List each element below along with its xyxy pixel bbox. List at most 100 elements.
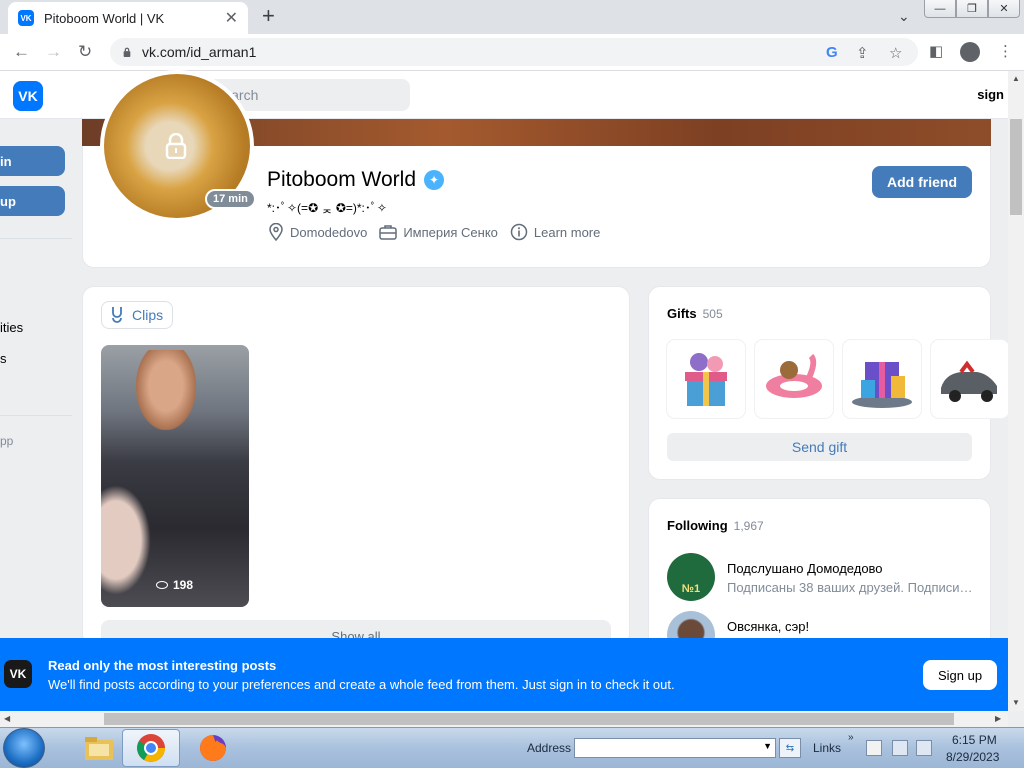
clip-thumbnail[interactable] (101, 345, 249, 607)
clock-date[interactable]: 8/29/2023 (946, 750, 999, 764)
chrome-taskbar-icon[interactable] (122, 729, 180, 767)
present-stack-icon[interactable] (843, 340, 921, 418)
browser-tab[interactable]: VK Pitoboom World | VK ✕ (8, 2, 248, 34)
side-panel-icon[interactable]: ◧ (929, 42, 943, 60)
clips-icon (112, 307, 122, 323)
profile-status: *:･ﾟ✧(=✪ ᆽ ✪=)*:･ﾟ✧ (267, 201, 387, 215)
location-text: Domodedovo (290, 224, 368, 240)
sign-in-link[interactable]: sign (977, 87, 1004, 102)
window-controls: — ❐ ✕ (924, 0, 1020, 18)
gifts-title-text: Gifts (667, 306, 697, 321)
scroll-right-arrow-icon[interactable]: ▶ (995, 714, 1001, 723)
following-name[interactable]: Подслушано Домодедово (727, 561, 883, 576)
menu-icon[interactable]: ⋮ (998, 42, 1013, 60)
last-seen-badge: 17 min (205, 189, 256, 209)
tab-title: Pitoboom World | VK (44, 10, 165, 26)
following-title-text: Following (667, 518, 728, 533)
new-tab-button[interactable]: + (262, 5, 275, 27)
volume-muted-icon[interactable] (916, 740, 932, 756)
sidebar-sign-in-button[interactable]: in (0, 146, 65, 176)
url-text: vk.com/id_arman1 (142, 44, 257, 60)
vk-logo-icon: VK (4, 660, 32, 688)
explorer-taskbar-icon[interactable] (70, 729, 128, 767)
start-button[interactable] (3, 728, 45, 768)
links-label: Links (813, 741, 842, 755)
briefcase-icon (379, 225, 398, 240)
gifts-count: 505 (702, 307, 723, 321)
horizontal-scroll-thumb[interactable] (104, 713, 954, 725)
clips-button[interactable]: Clips (101, 301, 173, 329)
tab-search-icon[interactable]: ⌄ (898, 8, 910, 25)
lock-icon (123, 47, 131, 57)
profile-name: Pitoboom World ✦ (267, 168, 445, 192)
scroll-up-arrow-icon[interactable]: ▲ (1012, 74, 1020, 83)
clip-views: 198 (156, 578, 193, 592)
add-friend-button[interactable]: Add friend (872, 166, 972, 198)
address-bar[interactable]: vk.com/id_arman1 G ⇪ ☆ (110, 38, 918, 66)
clip-person-hand (101, 485, 151, 595)
vertical-scroll-thumb[interactable] (1010, 119, 1022, 215)
google-icon[interactable]: G (826, 44, 838, 61)
sign-up-button[interactable]: Sign up (923, 660, 997, 690)
action-center-icon[interactable] (866, 740, 882, 756)
clip-views-count: 198 (173, 578, 194, 592)
browser-toolbar: ← → ↻ vk.com/id_arman1 G ⇪ ☆ ◧ ⋮ (0, 34, 1024, 71)
send-gift-button[interactable]: Send gift (667, 433, 972, 461)
learn-more-link[interactable]: Learn more (510, 223, 600, 241)
taskbar-address-input[interactable]: ▼ (574, 738, 776, 758)
following-count: 1,967 (733, 519, 764, 533)
following-avatar[interactable]: №1 (667, 553, 715, 601)
bookmark-star-icon[interactable]: ☆ (889, 44, 902, 62)
restore-icon[interactable]: ❐ (956, 0, 988, 18)
reload-icon[interactable]: ↻ (78, 42, 92, 62)
clock-time[interactable]: 6:15 PM (952, 733, 997, 747)
vk-logo-icon[interactable]: VK (13, 81, 43, 111)
vk-icon: VK (18, 10, 34, 26)
learn-more-text: Learn more (533, 224, 601, 240)
profile-name-text: Pitoboom World (267, 168, 417, 191)
banner-subtitle: We'll find posts according to your prefe… (48, 677, 675, 692)
verified-icon[interactable]: ✦ (424, 170, 445, 190)
gift-box-icon[interactable] (667, 340, 745, 418)
sidebar-app-link[interactable]: pp (0, 434, 13, 448)
following-subtitle: Подписаны 38 ваших друзей. Подписи… (727, 580, 973, 595)
work-detail[interactable]: Империя Сенко (379, 223, 498, 241)
signup-banner: VK Read only the most interesting posts … (0, 638, 1008, 711)
info-icon (510, 223, 528, 241)
sidebar-item-communities[interactable]: ities (0, 320, 23, 335)
clips-label: Clips (132, 307, 164, 323)
go-arrows-icon[interactable]: ⇆ (779, 738, 801, 758)
following-title[interactable]: Following 1,967 (667, 518, 764, 533)
back-icon[interactable]: ← (13, 42, 30, 62)
profile-details: Domodedovo Империя Сенко Learn more (268, 223, 612, 241)
sidebar-sign-up-button[interactable]: up (0, 186, 65, 216)
location-pin-icon (269, 223, 283, 241)
close-tab-icon[interactable]: ✕ (225, 8, 238, 28)
car-icon[interactable] (931, 340, 1009, 418)
forward-icon[interactable]: → (45, 42, 62, 62)
clip-person-face (136, 350, 196, 430)
network-icon[interactable] (892, 740, 908, 756)
firefox-taskbar-icon[interactable] (184, 729, 242, 767)
location-detail[interactable]: Domodedovo (268, 223, 367, 241)
address-label: Address (527, 741, 572, 755)
share-icon[interactable]: ⇪ (856, 44, 869, 62)
gifts-title[interactable]: Gifts 505 (667, 306, 723, 321)
scroll-down-arrow-icon[interactable]: ▼ (1012, 698, 1020, 707)
banner-title: Read only the most interesting posts (48, 658, 277, 673)
flamingo-float-icon[interactable] (755, 340, 833, 418)
lock-icon (165, 133, 187, 159)
close-icon[interactable]: ✕ (988, 0, 1020, 18)
minimize-icon[interactable]: — (924, 0, 956, 18)
following-name[interactable]: Овсянка, сэр! (727, 619, 809, 634)
following-avatar-text: №1 (681, 583, 701, 595)
sidebar-item[interactable]: s (0, 351, 7, 366)
profile-icon[interactable] (960, 42, 980, 62)
browser-tab-bar: VK Pitoboom World | VK ✕ + ⌄ — ❐ ✕ (0, 0, 1024, 34)
dropdown-arrow-icon[interactable]: ▼ (763, 741, 772, 751)
scroll-left-arrow-icon[interactable]: ◀ (4, 714, 10, 723)
chevron-right-icon[interactable]: » (848, 732, 854, 743)
eye-icon (156, 581, 168, 589)
sidebar-divider (0, 238, 72, 239)
work-text: Империя Сенко (403, 224, 498, 240)
